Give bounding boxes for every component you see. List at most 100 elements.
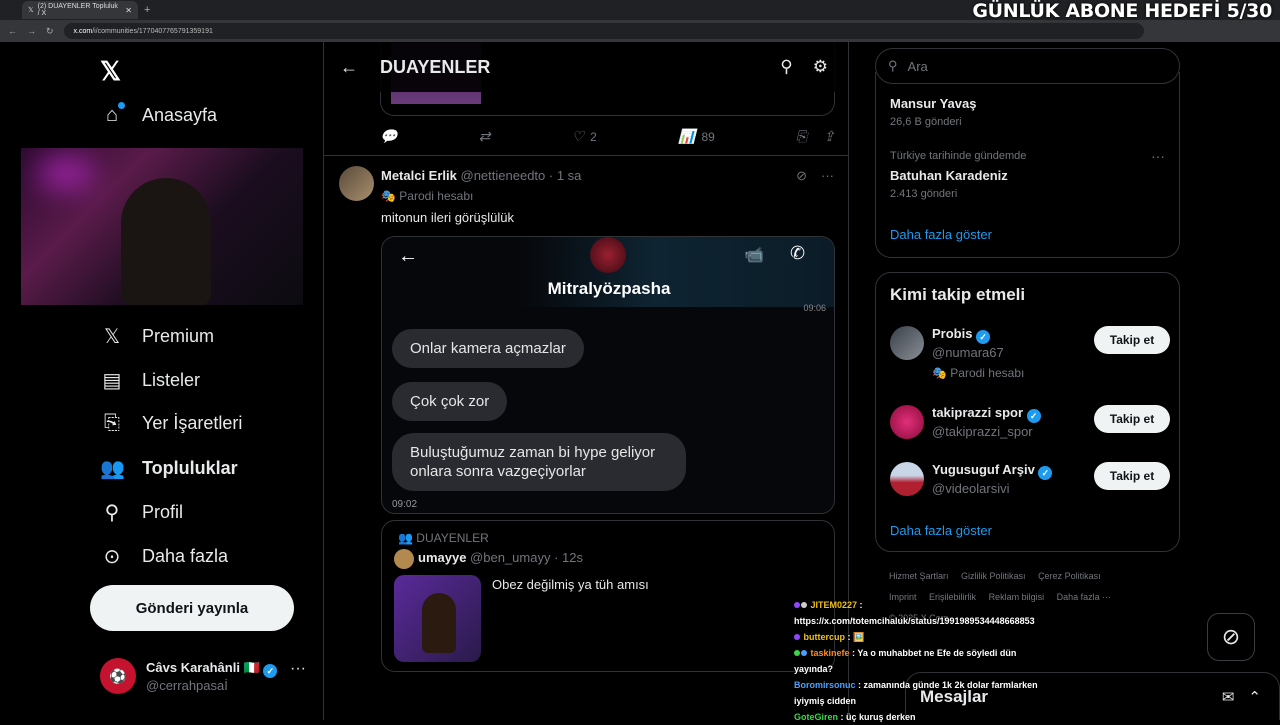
back-arrow-icon[interactable]: ← (340, 57, 358, 78)
nav-premium[interactable]: 𝕏 Premium (100, 324, 214, 349)
nav-bookmarks[interactable]: ⎘ Yer İşaretleri (100, 412, 242, 435)
chat-message: buttercup : 🖼️ (794, 629, 1056, 645)
browser-tab[interactable]: 𝕏 (2) DUAYENLER Topluluk / X ✕ (22, 1, 138, 19)
user-handle: @cerrahpasaİ (146, 677, 228, 693)
author-name[interactable]: Metalci Erlik (381, 168, 457, 183)
new-tab-icon[interactable]: + (144, 4, 150, 16)
panel-title: Kimi takip etmeli (890, 285, 1026, 304)
url-path: /i/communities/1770407765791359191 (92, 27, 213, 35)
x-icon: 𝕏 (103, 326, 121, 348)
bookmark-icon[interactable]: ⎘ (796, 128, 807, 145)
x-logo-icon[interactable]: 𝕏 (100, 56, 121, 87)
close-tab-icon[interactable]: ✕ (125, 6, 132, 15)
repost-icon[interactable]: ⇄ (479, 128, 491, 145)
phone-icon: ✆ (790, 243, 806, 263)
footer-link[interactable]: Daha fazla ··· (1057, 592, 1112, 602)
back-icon[interactable]: ← (8, 26, 17, 37)
bookmark-icon: ⎘ (104, 412, 120, 434)
more-icon[interactable]: ··· (290, 660, 306, 678)
suggestion-name: Yugusuguf Arşiv (932, 462, 1035, 477)
chat-user: taskinefe (810, 648, 850, 658)
avatar (890, 405, 924, 439)
share-icon[interactable]: ⇪ (823, 128, 835, 145)
trend-name[interactable]: Batuhan Karadeniz (890, 168, 1008, 183)
chat-user: buttercup (803, 632, 846, 642)
nav-home[interactable]: ⌂ Anasayfa (100, 102, 218, 127)
new-message-icon[interactable]: ✉ (1222, 688, 1235, 706)
chat-time-top: 09:06 (803, 303, 826, 313)
more-circle-icon: ⊙ (103, 546, 121, 568)
url-input[interactable]: x.com/i/communities/1770407765791359191 (63, 23, 1144, 39)
search-icon[interactable]: ⚲ (780, 57, 792, 77)
views-button[interactable]: 📊 89 (678, 128, 715, 145)
expand-icon[interactable]: ⌃ (1248, 688, 1261, 706)
footer-link[interactable]: Çerez Politikası (1038, 571, 1101, 581)
suggestion-item[interactable]: takiprazzi spor ✓ @takiprazzi_spor Takip… (890, 405, 1170, 455)
forward-icon[interactable]: → (27, 26, 36, 37)
more-icon[interactable]: ··· (1151, 148, 1165, 164)
chat-back-icon: ← (398, 245, 418, 267)
chat-contact-name: Mitralyözpasha (547, 279, 671, 298)
author-handle[interactable]: @nettieneedto (461, 168, 546, 183)
avatar (890, 326, 924, 360)
community-label: 👥 DUAYENLER (398, 531, 489, 545)
notification-dot (118, 102, 125, 109)
chat-message: Boromirsonuc : zamanında günde 1k 2k dol… (794, 680, 1038, 706)
verified-icon: ✓ (976, 330, 991, 344)
follow-button[interactable]: Takip et (1094, 326, 1170, 354)
nav-label: Listeler (142, 370, 201, 390)
footer-link[interactable]: Hizmet Şartları (889, 571, 949, 581)
post-button[interactable]: Gönderi yayınla (90, 585, 294, 631)
stream-chat-overlay: JITEM0227 : https://x.com/totemcihaluk/s… (794, 597, 1056, 725)
grok-icon[interactable]: ⊘ (796, 168, 807, 184)
suggestion-item[interactable]: Yugusuguf Arşiv ✓ @videolarsivi Takip et (890, 462, 1170, 512)
nav-communities[interactable]: 👥 Topluluklar (100, 456, 238, 481)
reply-icon[interactable]: 💬 (380, 128, 397, 145)
gear-icon[interactable]: ⚙ (813, 57, 828, 77)
suggestion-name: Probis (932, 326, 973, 341)
left-sidebar: 𝕏 ⌂ Anasayfa 𝕏 Premium ▤ Listeler ⎘ Yer … (0, 42, 323, 720)
suggestion-item[interactable]: Probis ✓ @numara67 🎭 Parodi hesabı Takip… (890, 326, 1170, 380)
search-input[interactable]: ⚲ Ara (875, 48, 1180, 84)
video-call-icon: 📹 (744, 247, 764, 264)
quote-author: umayye (418, 550, 467, 565)
show-more-link[interactable]: Daha fazla göster (890, 523, 992, 538)
quoted-post[interactable]: 👥 DUAYENLER umayye @ben_umayy · 12s Obez… (381, 520, 835, 672)
nav-more[interactable]: ⊙ Daha fazla (100, 544, 228, 569)
quote-thumbnail (394, 575, 481, 662)
trend-context: Türkiye tarihinde gündemde (890, 150, 1027, 162)
reload-icon[interactable]: ↻ (46, 26, 54, 37)
avatar (890, 462, 924, 496)
verified-icon: ✓ (1026, 409, 1041, 423)
show-more-link[interactable]: Daha fazla göster (890, 227, 992, 242)
chat-text: üç kuruş derken (846, 712, 916, 722)
nav-label: Profil (142, 502, 184, 522)
post-text: mitonun ileri görüşlülük (381, 210, 514, 225)
like-button[interactable]: ♡ 2 (572, 128, 597, 145)
nav-label: Anasayfa (142, 105, 218, 125)
follow-button[interactable]: Takip et (1094, 462, 1170, 490)
quote-text: Obez değilmiş ya tüh amısı (492, 577, 649, 592)
post-image-chat-screenshot[interactable]: ← 📹 ✆ Mitralyözpasha 09:06 Onlar kamera … (381, 236, 835, 514)
account-switcher[interactable]: ⚽ Câvs Karahânli 🇮🇹 ✓ @cerrahpasaİ ··· (100, 658, 306, 694)
post-time[interactable]: · 1 sa (549, 168, 582, 183)
quote-time: · 12s (554, 550, 583, 565)
chat-bubble: Çok çok zor (392, 382, 508, 421)
grok-button[interactable]: ⊘ (1207, 613, 1255, 661)
user-name: Câvs Karahânli 🇮🇹 (146, 659, 260, 675)
nav-lists[interactable]: ▤ Listeler (100, 368, 200, 393)
avatar: ⚽ (100, 658, 136, 694)
chat-message: JITEM0227 : https://x.com/totemcihaluk/s… (794, 600, 1035, 626)
chat-text: 🖼️ (853, 632, 865, 642)
follow-button[interactable]: Takip et (1094, 405, 1170, 433)
footer-link[interactable]: Gizlilik Politikası (961, 571, 1026, 581)
trend-name[interactable]: Mansur Yavaş (890, 96, 976, 111)
chat-user: Boromirsonuc (794, 680, 856, 690)
streamer-webcam (21, 148, 303, 305)
grok-icon: ⊘ (1221, 624, 1241, 649)
avatar[interactable] (339, 166, 374, 201)
nav-profile[interactable]: ⚲ Profil (100, 500, 183, 525)
more-icon[interactable]: ··· (821, 168, 834, 184)
nav-label: Yer İşaretleri (142, 413, 243, 433)
home-icon: ⌂ (100, 102, 125, 127)
